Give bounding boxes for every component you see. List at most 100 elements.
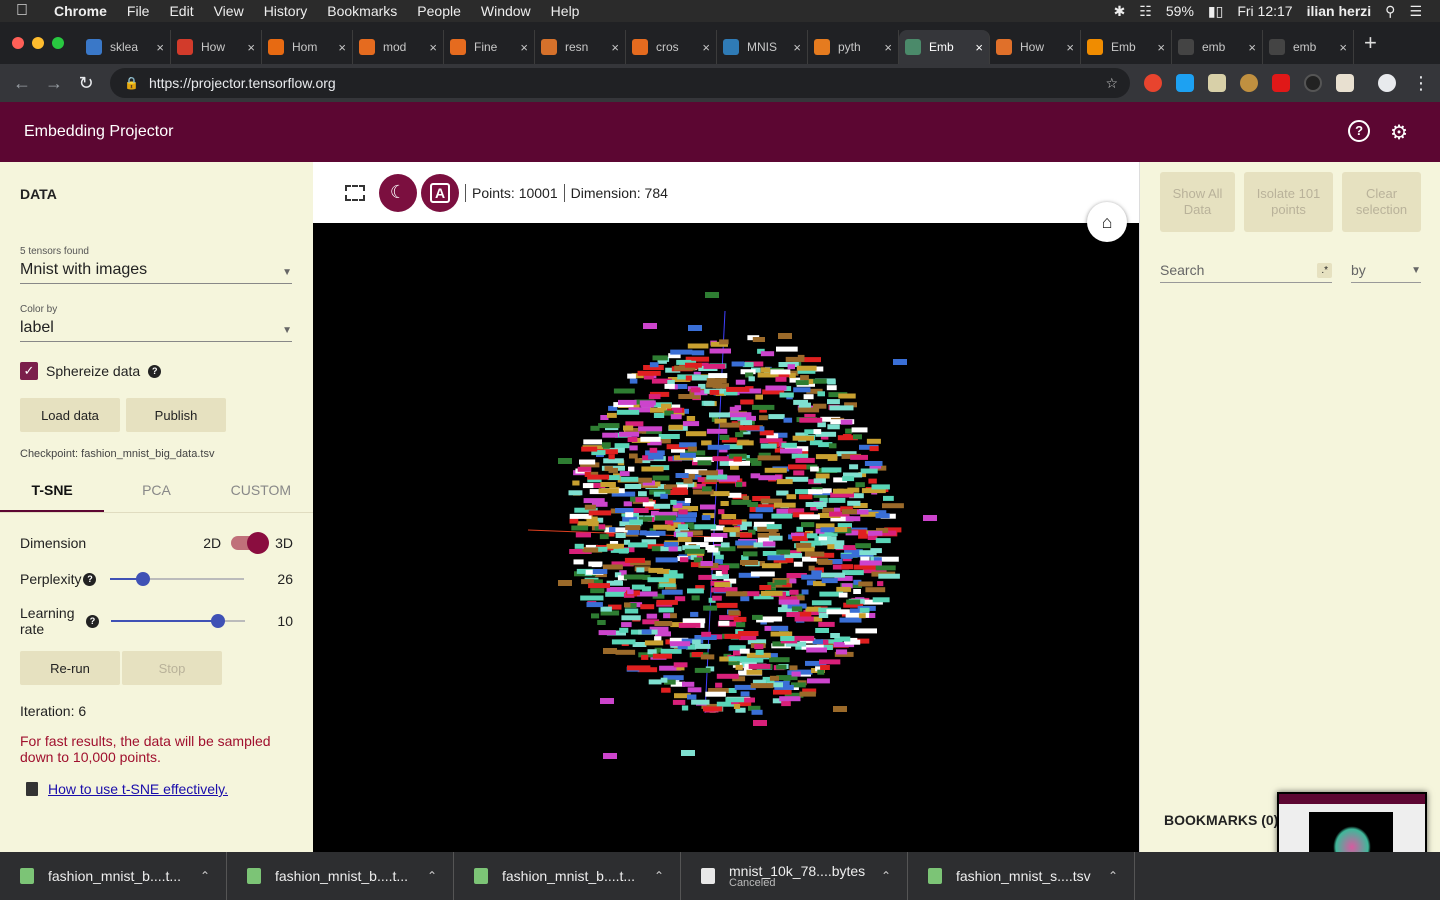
- point-sprite[interactable]: [698, 470, 719, 476]
- point-sprite[interactable]: [706, 378, 727, 384]
- point-sprite[interactable]: [606, 543, 625, 549]
- point-sprite[interactable]: [579, 459, 596, 465]
- point-sprite[interactable]: [718, 620, 730, 626]
- point-sprite[interactable]: [859, 607, 870, 613]
- point-sprite[interactable]: [656, 599, 678, 605]
- point-sprite[interactable]: [779, 392, 794, 398]
- browser-tab[interactable]: resn ×: [535, 30, 626, 64]
- point-sprite[interactable]: [653, 413, 665, 418]
- point-sprite[interactable]: [573, 559, 584, 565]
- point-sprite[interactable]: [679, 557, 689, 563]
- point-sprite[interactable]: [860, 468, 878, 474]
- point-sprite[interactable]: [719, 339, 729, 345]
- menu-file[interactable]: File: [127, 3, 150, 19]
- load-data-button[interactable]: Load data: [20, 398, 120, 432]
- point-sprite[interactable]: [737, 631, 759, 636]
- point-sprite[interactable]: [704, 536, 723, 542]
- point-sprite[interactable]: [637, 370, 661, 376]
- point-sprite[interactable]: [679, 442, 697, 448]
- point-sprite[interactable]: [648, 679, 662, 685]
- point-sprite[interactable]: [789, 665, 798, 671]
- point-sprite[interactable]: [709, 412, 730, 418]
- point-sprite[interactable]: [858, 581, 873, 587]
- point-sprite[interactable]: [733, 704, 741, 709]
- point-sprite[interactable]: [627, 589, 634, 595]
- point-sprite[interactable]: [819, 659, 841, 665]
- point-sprite[interactable]: [690, 611, 699, 617]
- point-sprite[interactable]: [653, 524, 671, 530]
- show-all-data-button[interactable]: Show All Data: [1160, 172, 1235, 232]
- point-sprite[interactable]: [633, 508, 649, 513]
- point-sprite[interactable]: [642, 501, 655, 507]
- help-icon[interactable]: ?: [1348, 119, 1371, 142]
- point-sprite[interactable]: [672, 699, 686, 705]
- point-sprite[interactable]: [753, 720, 767, 726]
- point-sprite[interactable]: [588, 510, 612, 516]
- point-sprite[interactable]: [735, 540, 756, 546]
- point-sprite[interactable]: [625, 512, 634, 518]
- point-sprite[interactable]: [627, 665, 651, 671]
- point-sprite[interactable]: [816, 558, 829, 564]
- point-sprite[interactable]: [584, 504, 596, 510]
- close-tab-icon[interactable]: ×: [793, 40, 801, 55]
- point-sprite[interactable]: [684, 548, 705, 554]
- point-sprite[interactable]: [795, 380, 809, 386]
- point-sprite[interactable]: [598, 630, 616, 636]
- apple-icon[interactable]: : [16, 2, 42, 20]
- point-sprite[interactable]: [616, 409, 640, 415]
- point-sprite[interactable]: [721, 569, 728, 575]
- point-sprite[interactable]: [709, 389, 720, 395]
- point-sprite[interactable]: [815, 473, 830, 479]
- point-sprite[interactable]: [847, 500, 861, 506]
- point-sprite[interactable]: [584, 547, 599, 553]
- point-sprite[interactable]: [771, 625, 789, 631]
- point-sprite[interactable]: [687, 694, 697, 700]
- point-sprite[interactable]: [760, 590, 783, 596]
- point-sprite[interactable]: [818, 621, 835, 627]
- point-sprite[interactable]: [715, 554, 724, 560]
- point-sprite[interactable]: [615, 533, 626, 538]
- lock-icon[interactable]: 🔒: [124, 76, 139, 90]
- download-item[interactable]: mnist_10k_78....bytes Canceled ⌃: [681, 852, 908, 900]
- point-sprite[interactable]: [846, 599, 861, 605]
- point-sprite[interactable]: [624, 557, 645, 563]
- point-sprite[interactable]: [786, 494, 797, 500]
- help-icon[interactable]: ?: [148, 364, 162, 378]
- browser-tab[interactable]: sklea ×: [80, 30, 171, 64]
- point-sprite[interactable]: [627, 437, 638, 442]
- point-sprite[interactable]: [720, 542, 730, 548]
- point-sprite[interactable]: [660, 648, 682, 654]
- point-sprite[interactable]: [707, 444, 730, 450]
- point-sprite[interactable]: [759, 585, 772, 590]
- close-tab-icon[interactable]: ×: [1066, 40, 1074, 55]
- point-sprite[interactable]: [850, 454, 868, 460]
- point-sprite[interactable]: [649, 447, 658, 453]
- point-sprite[interactable]: [794, 616, 814, 622]
- point-sprite[interactable]: [789, 578, 797, 584]
- chevron-up-icon[interactable]: ⌃: [1108, 869, 1118, 883]
- point-sprite[interactable]: [799, 514, 820, 520]
- point-sprite[interactable]: [751, 460, 762, 466]
- point-sprite[interactable]: [660, 493, 668, 499]
- point-sprite[interactable]: [673, 662, 688, 668]
- point-sprite[interactable]: [835, 649, 848, 655]
- point-sprite[interactable]: [703, 363, 726, 369]
- point-sprite[interactable]: [626, 529, 640, 535]
- point-sprite[interactable]: [647, 649, 657, 655]
- point-sprite[interactable]: [708, 373, 728, 379]
- point-sprite[interactable]: [574, 543, 584, 549]
- browser-tab[interactable]: emb ×: [1172, 30, 1263, 64]
- point-sprite[interactable]: [842, 570, 864, 576]
- point-sprite[interactable]: [672, 517, 697, 523]
- point-sprite[interactable]: [694, 667, 711, 673]
- search-by-select[interactable]: by ▼: [1351, 262, 1421, 283]
- point-sprite[interactable]: [845, 428, 853, 434]
- point-sprite[interactable]: [569, 513, 592, 519]
- point-sprite[interactable]: [798, 402, 811, 408]
- point-sprite[interactable]: [577, 466, 592, 472]
- menu-edit[interactable]: Edit: [169, 3, 193, 19]
- point-sprite[interactable]: [628, 466, 635, 472]
- point-sprite[interactable]: [619, 471, 630, 477]
- point-sprite[interactable]: [842, 476, 855, 482]
- point-sprite[interactable]: [750, 683, 774, 689]
